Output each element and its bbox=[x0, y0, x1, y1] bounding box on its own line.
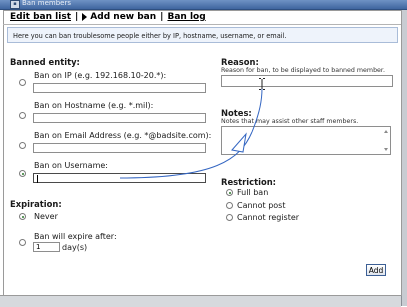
cannot-post-radio[interactable] bbox=[226, 202, 233, 209]
ban-ip-label: Ban on IP (e.g. 192.168.10-20.*): bbox=[34, 71, 167, 80]
text-caret bbox=[37, 175, 38, 183]
ban-ip-radio[interactable] bbox=[19, 79, 26, 86]
notes-hint: Notes that may assist other staff member… bbox=[221, 118, 359, 125]
info-box: Here you can ban troublesome people eith… bbox=[7, 27, 398, 43]
text-cursor-icon bbox=[259, 78, 265, 90]
ban-ip-input[interactable] bbox=[33, 83, 206, 93]
nav-separator: | bbox=[160, 12, 164, 22]
ban-hostname-label: Ban on Hostname (e.g. *.mil): bbox=[34, 101, 154, 110]
cannot-post-label: Cannot post bbox=[237, 201, 286, 210]
reason-heading: Reason: bbox=[221, 57, 259, 67]
ban-email-input[interactable] bbox=[33, 143, 206, 153]
scroll-up-arrow-icon[interactable] bbox=[384, 130, 388, 133]
restriction-heading: Restriction: bbox=[221, 177, 277, 187]
expire-never-radio[interactable] bbox=[19, 213, 26, 220]
app-icon: ▪ bbox=[10, 0, 20, 9]
ban-log-link[interactable]: Ban log bbox=[167, 12, 205, 22]
ban-username-radio[interactable] bbox=[19, 170, 26, 177]
cannot-register-radio[interactable] bbox=[226, 214, 233, 221]
expire-never-label: Never bbox=[34, 212, 58, 221]
ban-email-label: Ban on Email Address (e.g. *@badsite.com… bbox=[34, 131, 212, 140]
notes-heading: Notes: bbox=[221, 108, 252, 118]
edit-ban-list-link[interactable]: Edit ban list bbox=[10, 12, 71, 22]
expiration-heading: Expiration: bbox=[10, 199, 62, 209]
add-ban-button[interactable]: Add bbox=[366, 264, 386, 276]
nav-divider bbox=[3, 24, 401, 25]
notes-textarea[interactable] bbox=[221, 126, 391, 155]
reason-hint: Reason for ban, to be displayed to banne… bbox=[221, 67, 385, 74]
cannot-register-label: Cannot register bbox=[237, 213, 300, 222]
ban-hostname-input[interactable] bbox=[33, 113, 206, 123]
ban-hostname-radio[interactable] bbox=[19, 112, 26, 119]
banned-entity-heading: Banned entity: bbox=[10, 57, 80, 67]
ban-username-label: Ban on Username: bbox=[34, 161, 108, 170]
ban-username-input[interactable] bbox=[33, 173, 206, 183]
window-bottom-frame bbox=[0, 295, 401, 307]
nav-separator: | bbox=[75, 12, 79, 22]
window-title: Ban members bbox=[22, 0, 71, 7]
expire-after-radio[interactable] bbox=[19, 239, 26, 246]
expire-after-label: Ban will expire after: bbox=[34, 232, 117, 241]
expire-days-unit: day(s) bbox=[62, 243, 88, 252]
ban-email-radio[interactable] bbox=[19, 142, 26, 149]
full-ban-label: Full ban bbox=[237, 188, 269, 197]
full-ban-radio[interactable] bbox=[226, 189, 233, 196]
add-new-ban-tab[interactable]: Add new ban bbox=[90, 12, 156, 22]
scroll-down-arrow-icon[interactable] bbox=[384, 148, 388, 151]
expire-days-input[interactable] bbox=[33, 242, 60, 252]
ban-nav: Edit ban list | Add new ban | Ban log bbox=[10, 10, 206, 24]
reason-input[interactable] bbox=[221, 75, 393, 87]
current-page-arrow-icon bbox=[82, 13, 88, 21]
